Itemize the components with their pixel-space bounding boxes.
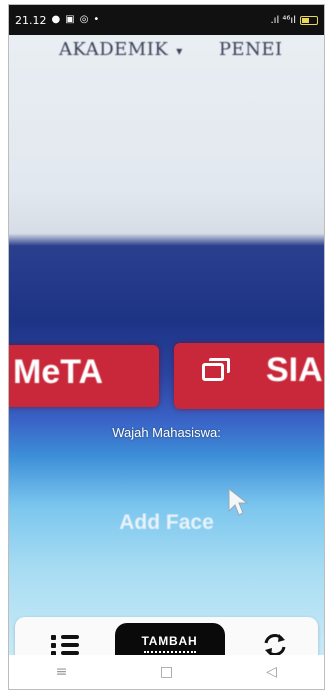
phone-screen: 21.12 ● ▣ ◎ • .ıl ⁴⁶ıl AKADEMIK ▾ PENEI Me… — [8, 4, 325, 690]
sia-tile: SIA — [174, 343, 324, 409]
window-icon — [202, 358, 230, 381]
home-button[interactable]: □ — [147, 664, 187, 680]
facebook-icon: ● — [51, 14, 61, 25]
camera-top-menu-text: AKADEMIK ▾ PENEI — [59, 39, 283, 60]
tambah-button[interactable]: TAMBAH — [114, 623, 225, 655]
back-button[interactable]: ◁ — [252, 664, 292, 680]
meta-tile-label: MeTA — [13, 353, 104, 391]
face-label: Wajah Mahasiswa: — [112, 425, 221, 440]
battery-icon — [300, 15, 318, 25]
status-bar: 21.12 ● ▣ ◎ • .ıl ⁴⁶ıl — [9, 5, 324, 35]
bottom-toolbar: TAMBAH — [15, 617, 318, 655]
sia-tile-label: SIA — [266, 351, 323, 389]
instagram-icon: ◎ — [79, 14, 89, 25]
caret-icon: ▾ — [176, 44, 183, 58]
notification-dot: • — [93, 14, 100, 25]
signal-icon: .ıl ⁴⁶ıl — [270, 14, 297, 26]
camera-viewfinder: AKADEMIK ▾ PENEI MeTA SIA Wajah Mahasiswa:… — [9, 35, 324, 655]
mouse-cursor-icon — [228, 487, 249, 516]
clock: 21.12 — [15, 13, 47, 27]
penelitian-text: PENEI — [218, 39, 283, 60]
akademik-text: AKADEMIK — [59, 39, 169, 60]
recent-apps-button[interactable]: ≡ — [42, 664, 82, 680]
system-nav-bar: ≡ □ ◁ — [9, 655, 324, 689]
add-face-text: Add Face — [119, 511, 214, 534]
list-icon[interactable] — [51, 633, 79, 655]
refresh-icon[interactable] — [260, 630, 290, 655]
gallery-icon: ▣ — [65, 14, 75, 25]
meta-tile: MeTA — [9, 345, 159, 407]
tambah-button-label: TAMBAH — [141, 634, 198, 648]
